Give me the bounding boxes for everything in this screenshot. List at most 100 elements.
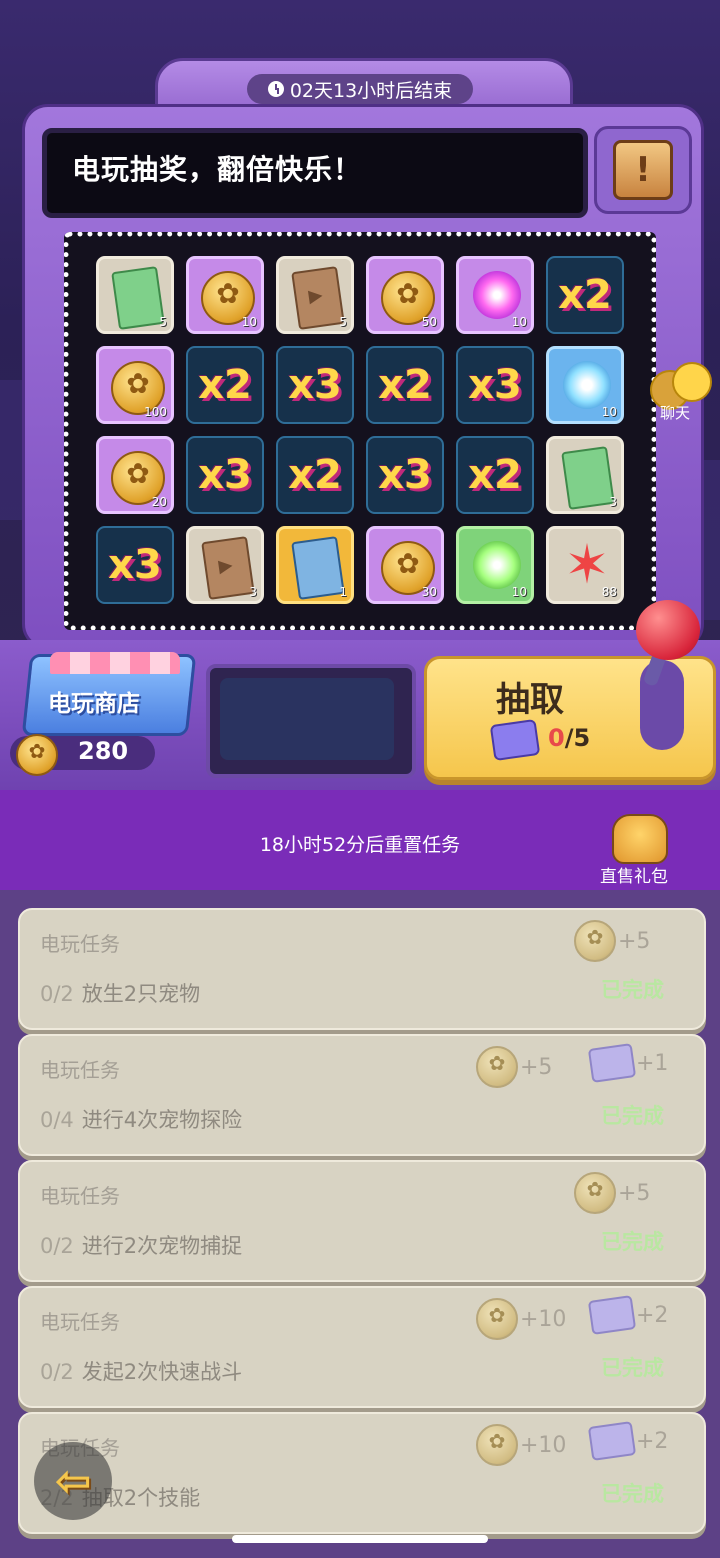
task-description: 0/2 放生2只宠物 xyxy=(40,978,200,1008)
chat-button[interactable] xyxy=(650,360,712,410)
prize-cell: 1 xyxy=(276,526,354,604)
paw-coin-icon xyxy=(16,734,58,776)
event-timer: 02天13小时后结束 xyxy=(247,74,473,104)
prize-cell: 3 xyxy=(546,436,624,514)
coin-reward: +10 xyxy=(476,1298,566,1340)
draw-button-label: 抽取 xyxy=(496,680,564,720)
back-button[interactable]: ⇦ xyxy=(34,1442,112,1520)
ticket-reward-amount: +1 xyxy=(636,1050,669,1076)
prize-cell: 30 xyxy=(366,526,444,604)
prize-count: 88 xyxy=(601,585,617,599)
prize-cell: 3 xyxy=(186,526,264,604)
task-status: 已完成 xyxy=(601,1356,664,1380)
task-card: 电玩任务 0/2 放生2只宠物 已完成 +5 xyxy=(18,908,706,1030)
display-slot-screen xyxy=(220,678,394,760)
multiplier-cell: x2 xyxy=(546,256,624,334)
gift-bag-icon[interactable] xyxy=(612,814,668,864)
prize-cell: ✶ 88 xyxy=(546,526,624,604)
task-card: 电玩任务 0/2 发起2次快速战斗 已完成 +10 +2 xyxy=(18,1286,706,1408)
prize-cell: 20 xyxy=(96,436,174,514)
prize-count: 10 xyxy=(601,405,617,419)
coin-reward: +5 xyxy=(476,1046,552,1088)
prize-count: 5 xyxy=(159,315,167,329)
multiplier-cell: x2 xyxy=(186,346,264,424)
task-status: 已完成 xyxy=(601,1230,664,1254)
prize-cell: 10 xyxy=(546,346,624,424)
paw-coin-icon xyxy=(574,1172,616,1214)
prize-count: 5 xyxy=(339,315,347,329)
draw-ticket-count: 0/5 xyxy=(548,724,590,752)
multiplier-cell: x2 xyxy=(456,436,534,514)
paw-coin-icon xyxy=(574,920,616,962)
multiplier-cell: x2 xyxy=(276,436,354,514)
task-title: 电玩任务 xyxy=(40,1184,120,1208)
task-status: 已完成 xyxy=(601,978,664,1002)
coin-reward-amount: +5 xyxy=(520,1054,553,1080)
coin-reward-amount: +5 xyxy=(618,1180,651,1206)
draw-count-current: 0 xyxy=(548,724,565,752)
prize-count: 10 xyxy=(241,315,257,329)
prize-count: 10 xyxy=(511,315,527,329)
coin-reward-amount: +5 xyxy=(618,928,651,954)
task-description: 0/2 进行2次宠物捕捉 xyxy=(40,1230,242,1260)
prize-count: 3 xyxy=(249,585,257,599)
prize-cell: 50 xyxy=(366,256,444,334)
coin-reward: +10 xyxy=(476,1424,566,1466)
coin-reward: +5 xyxy=(574,920,650,962)
draw-count-total: /5 xyxy=(564,724,591,752)
home-indicator[interactable] xyxy=(232,1535,488,1543)
clock-icon xyxy=(267,81,284,97)
prize-count: 30 xyxy=(421,585,437,599)
scroll-icon: ! xyxy=(613,140,673,200)
shop-awning-icon xyxy=(50,652,180,674)
ticket-reward: +1 xyxy=(587,1043,669,1083)
pink-orb-icon xyxy=(473,271,521,319)
multiplier-label: x2 xyxy=(198,362,252,408)
multiplier-label: x3 xyxy=(198,452,252,498)
task-text: 放生2只宠物 xyxy=(81,982,201,1006)
rules-button[interactable]: ! xyxy=(594,126,692,214)
prize-cell: 5 xyxy=(96,256,174,334)
ticket-reward-amount: +2 xyxy=(636,1302,669,1328)
coin-reward: +5 xyxy=(574,1172,650,1214)
blue-orb-icon xyxy=(563,361,611,409)
task-card: 电玩任务 0/4 进行4次宠物探险 已完成 +5 +1 xyxy=(18,1034,706,1156)
multiplier-label: x3 xyxy=(108,542,162,588)
lever-handle[interactable] xyxy=(636,600,700,660)
coin-balance-value: 280 xyxy=(78,737,129,765)
ticket-icon xyxy=(489,718,541,762)
multiplier-cell: x2 xyxy=(366,346,444,424)
task-card: 电玩任务 0/2 进行2次宠物捕捉 已完成 +5 xyxy=(18,1160,706,1282)
gift-pack-label[interactable]: 直售礼包 xyxy=(600,862,668,887)
marquee-text: 电玩抽奖，翻倍快乐！ xyxy=(72,153,363,186)
paw-coin-icon xyxy=(476,1424,518,1466)
chat-label: 聊天 xyxy=(660,404,691,422)
multiplier-cell: x3 xyxy=(186,436,264,514)
task-progress: 0/2 xyxy=(40,1234,74,1258)
task-title: 电玩任务 xyxy=(40,1058,120,1082)
task-text: 发起2次快速战斗 xyxy=(81,1360,243,1384)
multiplier-label: x2 xyxy=(468,452,522,498)
prize-cell: 10 xyxy=(456,526,534,604)
task-title: 电玩任务 xyxy=(40,932,120,956)
brown-ticket-icon xyxy=(201,536,255,600)
multiplier-label: x3 xyxy=(288,362,342,408)
prize-cell: 10 xyxy=(456,256,534,334)
task-progress: 0/4 xyxy=(40,1108,74,1132)
ticket-reward: +2 xyxy=(587,1421,668,1461)
multiplier-label: x2 xyxy=(378,362,432,408)
event-timer-text: 02天13小时后结束 xyxy=(289,79,453,102)
green-ticket-icon xyxy=(561,446,615,510)
task-title: 电玩任务 xyxy=(40,1310,120,1334)
multiplier-cell: x3 xyxy=(456,346,534,424)
paw-coin-icon xyxy=(476,1298,518,1340)
multiplier-label: x2 xyxy=(558,272,612,318)
task-progress: 0/2 xyxy=(40,982,74,1006)
ticket-icon xyxy=(587,1295,637,1335)
back-arrow-icon: ⇦ xyxy=(54,1455,92,1507)
chat-face-icon xyxy=(672,362,712,402)
task-text: 进行4次宠物探险 xyxy=(81,1108,243,1132)
prize-cell: 100 xyxy=(96,346,174,424)
prize-count: 100 xyxy=(144,405,167,419)
prize-count: 50 xyxy=(421,315,437,329)
